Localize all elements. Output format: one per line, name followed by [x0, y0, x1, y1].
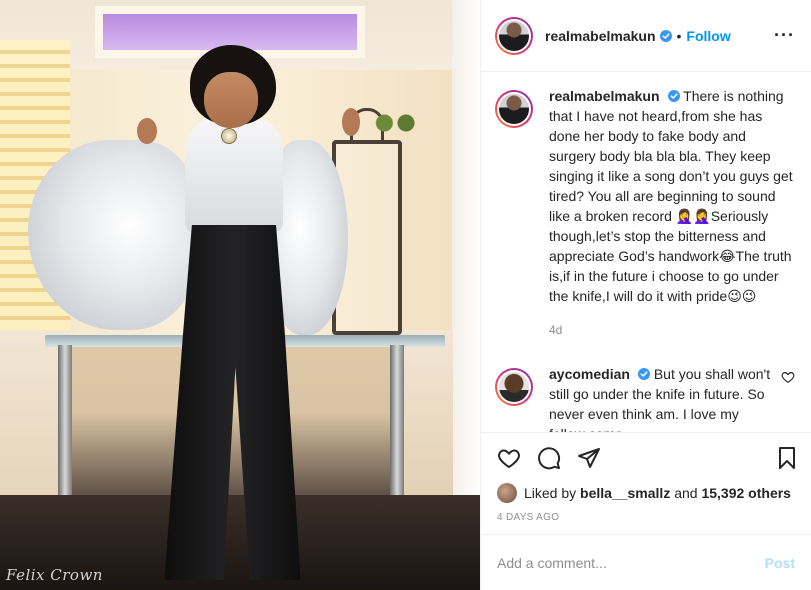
photo-hand-left — [137, 118, 157, 144]
comment-icon[interactable] — [537, 446, 561, 470]
likes-count[interactable]: 15,392 others — [701, 485, 791, 501]
comment-like-icon[interactable] — [781, 370, 795, 384]
save-icon[interactable] — [775, 446, 799, 470]
comment-body: aycomedian But you shall won't still go … — [549, 364, 775, 432]
comment-input[interactable] — [497, 554, 765, 571]
photo-sleeve-left — [28, 140, 198, 330]
photo-hand-right — [342, 108, 360, 136]
commenter-avatar[interactable] — [495, 368, 533, 406]
add-comment-bar: Post — [481, 534, 811, 590]
caption-body: realmabelmakun There is nothing that I h… — [549, 86, 795, 340]
likes-connector: and — [674, 485, 698, 501]
action-bar — [481, 432, 811, 482]
comment-item: aycomedian But you shall won't still go … — [495, 364, 795, 432]
separator-dot: • — [676, 27, 682, 44]
commenter-username[interactable]: aycomedian — [549, 366, 630, 382]
heart-icon[interactable] — [497, 446, 521, 470]
more-icon[interactable]: ··· — [774, 25, 795, 46]
likes-prefix: Liked by — [524, 485, 577, 501]
post-comment-button[interactable]: Post — [765, 555, 795, 571]
author-username[interactable]: realmabelmakun — [545, 28, 656, 44]
caption-avatar[interactable] — [495, 90, 533, 128]
caption: realmabelmakun There is nothing that I h… — [495, 86, 795, 340]
verified-icon — [659, 29, 672, 42]
photo-face — [204, 72, 258, 128]
photo-plants — [370, 112, 418, 134]
author-avatar[interactable] — [495, 16, 533, 55]
caption-text: There is nothing that I have not heard,f… — [549, 88, 793, 304]
photo-signature: Felix Crown — [6, 566, 103, 584]
likes-summary: Liked by bella__smallz and 15,392 others — [481, 482, 811, 504]
post-side-panel: realmabelmakun • Follow ··· realmabelmak… — [480, 0, 811, 590]
post-header: realmabelmakun • Follow ··· — [481, 0, 811, 72]
photo-console-leg — [390, 345, 404, 495]
photo-console-leg — [58, 345, 72, 495]
verified-icon — [667, 90, 680, 102]
post-dialog: Felix Crown realmabelmakun • Follow ··· … — [0, 0, 811, 590]
liker-avatar[interactable] — [497, 483, 517, 503]
verified-icon — [637, 368, 650, 380]
share-icon[interactable] — [577, 446, 601, 470]
photo-brooch — [221, 128, 237, 144]
caption-timestamp[interactable]: 4d — [549, 320, 795, 340]
caption-username[interactable]: realmabelmakun — [549, 88, 660, 104]
follow-button[interactable]: Follow — [686, 28, 730, 44]
comments-list[interactable]: realmabelmakun There is nothing that I h… — [481, 72, 811, 432]
liker-username[interactable]: bella__smallz — [580, 485, 670, 501]
post-photo[interactable]: Felix Crown — [0, 0, 480, 590]
post-date[interactable]: 4 DAYS AGO — [481, 504, 811, 534]
